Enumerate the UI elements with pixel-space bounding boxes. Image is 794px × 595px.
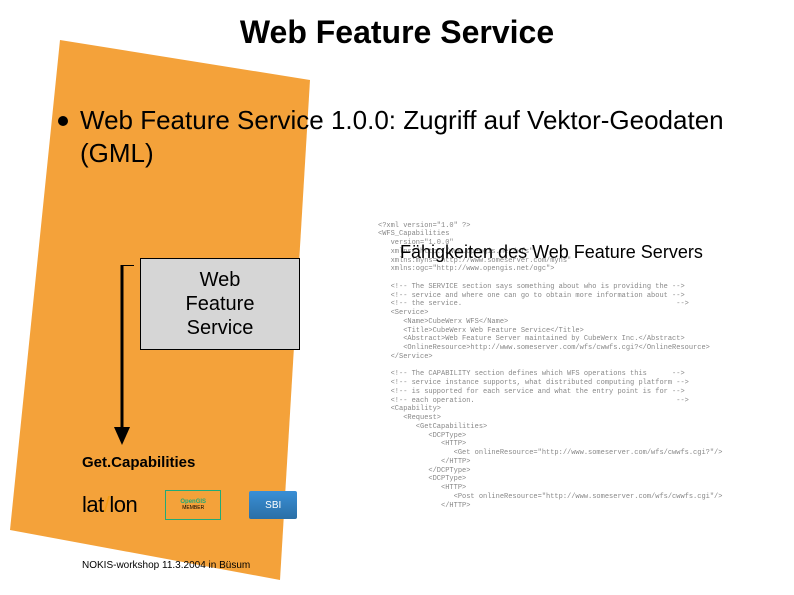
wfs-box-label: Web Feature Service	[186, 268, 255, 340]
bullet-text: Web Feature Service 1.0.0: Zugriff auf V…	[80, 104, 754, 169]
opengis-member: MEMBER	[182, 505, 204, 511]
arrow-down	[110, 265, 134, 445]
logo-row: lat/lon OpenGIS MEMBER SBI	[82, 490, 297, 520]
footer-text: NOKIS-workshop 11.3.2004 in Büsum	[82, 560, 250, 571]
bullet-dot-icon	[58, 116, 68, 126]
sbi-logo: SBI	[249, 491, 297, 519]
opengis-logo: OpenGIS MEMBER	[165, 490, 221, 520]
page-title: Web Feature Service	[0, 14, 794, 51]
bullet-item: Web Feature Service 1.0.0: Zugriff auf V…	[58, 104, 754, 169]
latlon-logo: lat/lon	[82, 492, 137, 518]
arrow-label: Get.Capabilities	[82, 454, 195, 471]
diagram-caption: Fähigkeiten des Web Feature Servers	[400, 242, 703, 263]
wfs-box: Web Feature Service	[140, 258, 300, 350]
xml-content: <?xml version="1.0" ?> <WFS_Capabilities…	[378, 222, 772, 509]
